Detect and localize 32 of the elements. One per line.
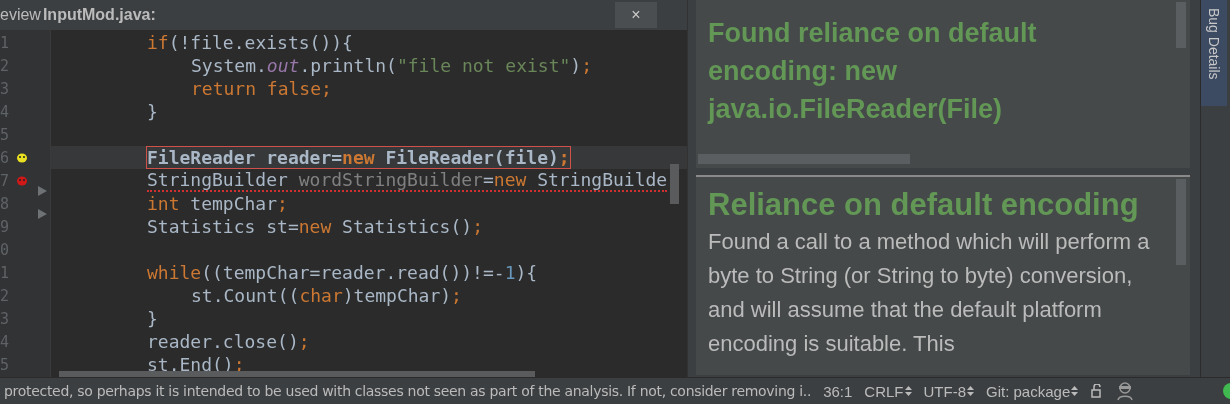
code-line: Statistics st=new Statistics(); [147, 216, 483, 237]
status-widget[interactable]: UTF-8 [923, 382, 974, 400]
vertical-scrollbar[interactable] [670, 164, 679, 204]
code-line: reader.close(); [147, 331, 310, 352]
file-name: InputMod.java: [42, 6, 156, 24]
code-line: StringBuilder wordStringBuilder=new StringBuilde [147, 169, 668, 192]
code-line: } [147, 308, 158, 329]
code-line: } [147, 101, 158, 122]
panel-title: eview [0, 6, 41, 24]
code-line: return false; [191, 78, 332, 99]
cursor-position[interactable]: 36:1 [823, 382, 853, 400]
bug-summary: Found reliance on default encoding: new java.io.FileReader(File) [708, 17, 1038, 126]
close-button[interactable]: × [615, 2, 657, 28]
status-widget[interactable]: Git: package [986, 382, 1079, 400]
status-widget[interactable]: CRLF [864, 382, 912, 400]
fold-arrow-icon[interactable] [38, 209, 47, 219]
fold-arrow-icon[interactable] [38, 186, 47, 196]
code-line: while((tempChar=reader.read())!=-1){ [147, 262, 538, 283]
status-message: protected, so perhaps it is intended to be used with classes not seen as part of the analysis. If not, consider removing i.. [4, 383, 812, 399]
bug-heading: Reliance on default encoding [708, 187, 1140, 223]
code-line: System.out.println("file not exist"); [191, 55, 592, 76]
sort-arrows-icon[interactable] [1071, 385, 1079, 397]
code-line: FileReader reader=new FileReader(file); [147, 147, 570, 168]
sort-arrows-icon[interactable] [904, 385, 912, 397]
sort-arrows-icon[interactable] [967, 385, 974, 397]
code-line: int tempChar; [147, 193, 288, 214]
code-line: st.Count((char)tempChar); [191, 285, 462, 306]
bug-description: Found a call to a method which will perform a byte to String (or String to byte) conversion, and will assume that the default platform encoding is suitable. This [708, 228, 1151, 358]
person-icon[interactable] [1116, 381, 1135, 401]
code-line: if(!file.exists()){ [147, 32, 353, 53]
horizontal-scrollbar[interactable] [59, 371, 535, 377]
side-tab[interactable]: Bug Details [1201, 0, 1227, 106]
